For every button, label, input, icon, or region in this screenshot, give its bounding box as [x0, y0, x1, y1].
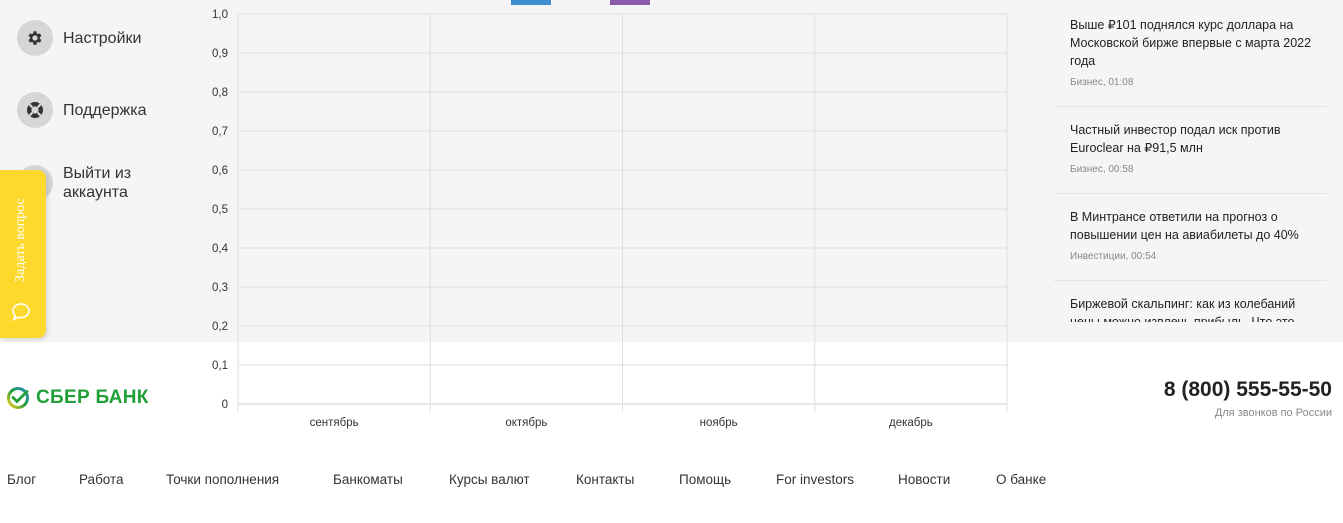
x-tick-label: сентябрь — [310, 417, 359, 429]
news-title: Выше ₽101 поднялся курс доллара на Моско… — [1070, 18, 1312, 68]
x-tick-label: декабрь — [889, 417, 933, 429]
footer-link-about[interactable]: О банке — [996, 472, 1046, 487]
x-tick-label: ноябрь — [700, 417, 738, 429]
y-tick-label: 0 — [222, 399, 228, 411]
footer-link-exchange-rates[interactable]: Курсы валют — [449, 472, 530, 487]
footer-link-atms[interactable]: Банкоматы — [333, 472, 403, 487]
y-tick-label: 1,0 — [212, 9, 228, 21]
y-tick-label: 0,2 — [212, 321, 228, 333]
y-tick-label: 0,6 — [212, 165, 228, 177]
news-meta: Бизнес, 01:08 — [1070, 77, 1134, 88]
footer-link-topup-points[interactable]: Точки пополнения — [166, 472, 279, 487]
y-tick-label: 0,3 — [212, 282, 228, 294]
sber-logo[interactable]: СБЕР БАНК — [6, 386, 149, 410]
news-title: В Минтрансе ответили на прогноз о повыше… — [1070, 210, 1299, 242]
footer-link-contacts[interactable]: Контакты — [576, 472, 634, 487]
x-tick-label: октябрь — [505, 417, 547, 429]
news-item[interactable]: Частный инвестор подал иск против Eurocl… — [1054, 107, 1327, 194]
sber-logo-icon — [7, 387, 29, 409]
y-tick-label: 0,4 — [212, 243, 229, 255]
news-meta: Бизнес, 00:58 — [1070, 164, 1134, 175]
y-tick-label: 0,7 — [212, 126, 228, 138]
y-tick-label: 0,8 — [212, 87, 228, 99]
footer-link-blog[interactable]: Блог — [7, 472, 36, 487]
phone-note: Для звонков по России — [1214, 407, 1332, 419]
footer-link-jobs[interactable]: Работа — [79, 472, 124, 487]
news-feed: Выше ₽101 поднялся курс доллара на Моско… — [1054, 0, 1327, 322]
news-title: Частный инвестор подал иск против Eurocl… — [1070, 123, 1281, 155]
news-item[interactable]: Биржевой скальпинг: как из колебаний цен… — [1054, 281, 1327, 322]
news-item[interactable]: Выше ₽101 поднялся курс доллара на Моско… — [1054, 0, 1327, 107]
y-tick-label: 0,1 — [212, 360, 228, 372]
news-title: Биржевой скальпинг: как из колебаний цен… — [1070, 297, 1296, 322]
phone-number[interactable]: 8 (800) 555-55-50 — [1164, 378, 1332, 402]
footer-link-help[interactable]: Помощь — [679, 472, 731, 487]
footer-link-investors[interactable]: For investors — [776, 472, 854, 487]
income-expense-chart: 1,0 0,9 0,8 0,7 0,6 0,5 0,4 0,3 0,2 0,1 0 сентябрь о… — [212, 9, 1008, 429]
news-meta: Инвестиции, 00:54 — [1070, 251, 1157, 262]
footer-link-news[interactable]: Новости — [898, 472, 950, 487]
y-tick-label: 0,5 — [212, 204, 228, 216]
logo-text: СБЕР БАНК — [36, 387, 149, 408]
y-tick-label: 0,9 — [212, 48, 228, 60]
news-item[interactable]: В Минтрансе ответили на прогноз о повыше… — [1054, 194, 1327, 281]
